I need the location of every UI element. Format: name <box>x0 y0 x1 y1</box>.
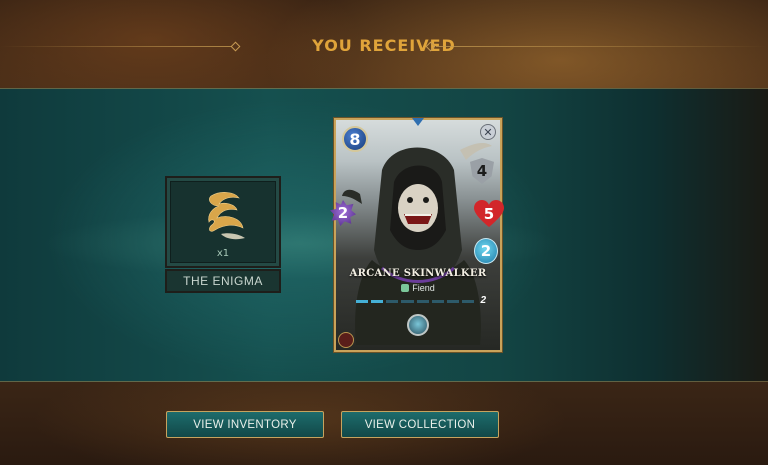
reward-item[interactable]: x1 THE ENIGMA <box>165 176 281 294</box>
enigma-emblem-icon <box>208 192 245 240</box>
level-progress-bar <box>356 300 474 303</box>
edition-icon <box>338 332 354 348</box>
view-collection-button[interactable]: VIEW COLLECTION <box>341 411 499 438</box>
card-level: 2 <box>480 295 486 306</box>
level-segment <box>461 300 474 303</box>
ability-icon[interactable] <box>407 314 429 336</box>
level-segment <box>356 300 369 303</box>
level-segment <box>446 300 459 303</box>
reward-item-frame: x1 <box>165 176 281 268</box>
fiend-icon <box>401 284 410 292</box>
header: YOU RECEIVED <box>0 28 768 64</box>
reward-item-quantity: x1 <box>216 248 230 259</box>
level-segment <box>386 300 399 303</box>
view-inventory-button[interactable]: VIEW INVENTORY <box>166 411 324 438</box>
card-type: Fiend <box>336 283 500 293</box>
card-gem-icon <box>412 118 424 126</box>
header-line-right <box>436 46 768 47</box>
level-segment <box>371 300 384 303</box>
reward-item-name: THE ENIGMA <box>165 269 281 293</box>
close-icon[interactable]: ✕ <box>480 124 496 140</box>
level-segment <box>431 300 444 303</box>
mana-icon: 8 <box>342 126 368 152</box>
level-segment <box>401 300 414 303</box>
monster-card[interactable]: 8 ✕ 4 2 5 2 ARCANE SKINWALKER Fiend 2 <box>330 118 502 352</box>
speed-icon: 2 <box>474 238 498 264</box>
card-name: ARCANE SKINWALKER <box>349 268 487 279</box>
card-type-label: Fiend <box>412 283 435 293</box>
level-segment <box>416 300 429 303</box>
